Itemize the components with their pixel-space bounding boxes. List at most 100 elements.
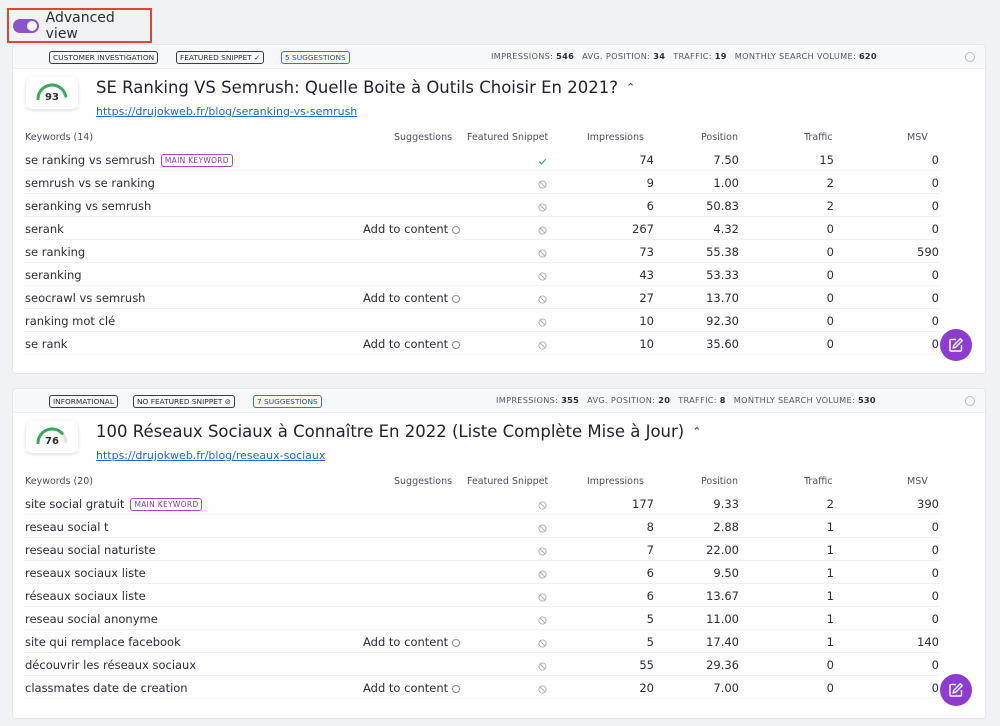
traffic-cell: 1: [826, 543, 834, 557]
stat-label-msv: MONTHLY SEARCH VOLUME:: [734, 51, 857, 61]
score-value: 93: [45, 92, 59, 103]
stat-value-msv: 530: [857, 395, 876, 405]
stat-value-impressions: 546: [556, 51, 575, 61]
table-row: se ranking 73 55.38 0 590: [24, 240, 940, 263]
traffic-cell: 0: [826, 222, 834, 236]
no-snippet-icon: [538, 178, 547, 189]
keyword-text: semrush vs se ranking: [25, 176, 155, 190]
table-row: ranking mot clé 10 92.30 0 0: [24, 309, 940, 332]
msv-header: MSV: [907, 132, 928, 143]
traffic-header: Traffic: [804, 476, 833, 487]
edit-button[interactable]: [940, 674, 972, 706]
impressions-cell: 27: [639, 291, 654, 305]
main-keyword-badge: MAIN KEYWORD: [160, 154, 233, 167]
impressions-header: Impressions: [587, 476, 644, 487]
position-cell: 1.00: [713, 176, 739, 190]
page-title: 100 Réseaux Sociaux à Connaître En 2022 …: [96, 422, 701, 441]
msv-cell: 0: [931, 566, 939, 580]
table-row: serank Add to content 267 4.32 0 0: [24, 217, 940, 240]
keyword-cell: reseau social anonyme: [25, 612, 158, 626]
suggestion-text: Add to content: [363, 337, 449, 351]
info-icon[interactable]: [965, 52, 975, 62]
suggestions-header: Suggestions: [394, 132, 453, 143]
position-cell: 13.70: [706, 291, 739, 305]
info-icon[interactable]: [965, 396, 975, 406]
add-to-content-suggestion[interactable]: Add to content: [363, 337, 461, 351]
keyword-text: découvrir les réseaux sociaux: [25, 658, 197, 672]
keyword-cell: seranking: [25, 268, 82, 282]
keyword-cell: découvrir les réseaux sociaux: [25, 658, 196, 672]
no-snippet-icon: [538, 270, 547, 281]
info-icon[interactable]: [452, 295, 461, 303]
keyword-text: réseaux sociaux liste: [25, 589, 146, 603]
keyword-text: site social gratuit: [25, 497, 125, 511]
table-row: seranking 43 53.33 0 0: [24, 263, 940, 286]
no-snippet-icon: [538, 660, 547, 671]
impressions-cell: 55: [639, 658, 654, 672]
traffic-cell: 0: [826, 245, 834, 259]
keyword-cell: ranking mot clé: [25, 314, 115, 328]
add-to-content-suggestion[interactable]: Add to content: [363, 635, 461, 649]
keyword-text: site qui remplace facebook: [25, 635, 181, 649]
msv-cell: 0: [931, 681, 939, 695]
edit-button[interactable]: [940, 329, 972, 361]
keyword-text: se rank: [25, 337, 68, 351]
msv-cell: 0: [931, 337, 939, 351]
stat-value-msv: 620: [858, 51, 877, 61]
impressions-cell: 6: [646, 589, 654, 603]
position-cell: 35.60: [706, 337, 739, 351]
add-to-content-suggestion[interactable]: Add to content: [363, 681, 461, 695]
no-snippet-icon: [538, 339, 547, 350]
traffic-cell: 2: [826, 176, 834, 190]
card-stats: IMPRESSIONS: 546 AVG. POSITION: 34 TRAFFIC…: [491, 51, 885, 61]
add-to-content-suggestion[interactable]: Add to content: [363, 291, 461, 305]
info-icon[interactable]: [452, 226, 461, 234]
page-url-link[interactable]: https://drujokweb.fr/blog/seranking-vs-s…: [96, 105, 357, 118]
msv-cell: 0: [931, 543, 939, 557]
info-icon[interactable]: [452, 341, 461, 349]
msv-cell: 0: [931, 199, 939, 213]
suggestions-header: Suggestions: [394, 476, 453, 487]
stat-label-impressions: IMPRESSIONS:: [496, 395, 559, 405]
impressions-cell: 6: [646, 199, 654, 213]
no-snippet-icon: [538, 568, 547, 579]
position-header: Position: [701, 476, 738, 487]
add-to-content-suggestion[interactable]: Add to content: [363, 222, 461, 236]
keyword-text: seranking vs semrush: [25, 199, 152, 213]
impressions-cell: 8: [646, 520, 654, 534]
info-icon[interactable]: [452, 639, 461, 647]
keyword-text: reseau social naturiste: [25, 543, 156, 557]
content-score-gauge: 93: [26, 77, 78, 109]
scroll-fade: [13, 351, 985, 373]
table-row: semrush vs se ranking 9 1.00 2 0: [24, 171, 940, 194]
table-row: reseau social naturiste 7 22.00 1 0: [24, 538, 940, 561]
no-snippet-icon: [538, 316, 547, 327]
page-url-link[interactable]: https://drujokweb.fr/blog/reseaux-sociau…: [96, 449, 325, 462]
toggle-switch[interactable]: [13, 18, 39, 33]
stat-label-impressions: IMPRESSIONS:: [491, 51, 554, 61]
stat-label-avg_position: AVG. POSITION:: [582, 51, 651, 61]
suggestion-text: Add to content: [363, 222, 449, 236]
keyword-cell: reseau social t: [25, 520, 109, 534]
chevron-up-icon[interactable]: ⌃: [626, 81, 635, 94]
position-cell: 7.00: [713, 681, 739, 695]
position-cell: 4.32: [713, 222, 739, 236]
info-icon[interactable]: [452, 685, 461, 693]
no-snippet-icon: [538, 522, 547, 533]
keyword-cell: reseaux sociaux liste: [25, 566, 146, 580]
card-summary-bar: INFORMATIONAL NO FEATURED SNIPPET ⊘ 7 SUGG…: [13, 389, 985, 413]
traffic-cell: 0: [826, 291, 834, 305]
no-snippet-icon: [538, 637, 547, 648]
table-row: réseaux sociaux liste 6 13.67 1 0: [24, 584, 940, 607]
advanced-view-toggle[interactable]: Advanced view: [7, 8, 152, 43]
featured-snippet-badge: FEATURED SNIPPET ✓: [176, 51, 265, 64]
table-row: reseau social t 8 2.88 1 0: [24, 515, 940, 538]
featured-snippet-header: Featured Snippet: [467, 476, 549, 487]
no-snippet-icon: [538, 545, 547, 556]
page-card: INFORMATIONAL NO FEATURED SNIPPET ⊘ 7 SUGG…: [12, 388, 986, 719]
chevron-up-icon[interactable]: ⌃: [692, 425, 701, 438]
suggestions-badge: 7 SUGGESTIONS: [253, 395, 322, 408]
traffic-cell: 1: [826, 566, 834, 580]
suggestion-text: Add to content: [363, 291, 449, 305]
traffic-cell: 1: [826, 635, 834, 649]
